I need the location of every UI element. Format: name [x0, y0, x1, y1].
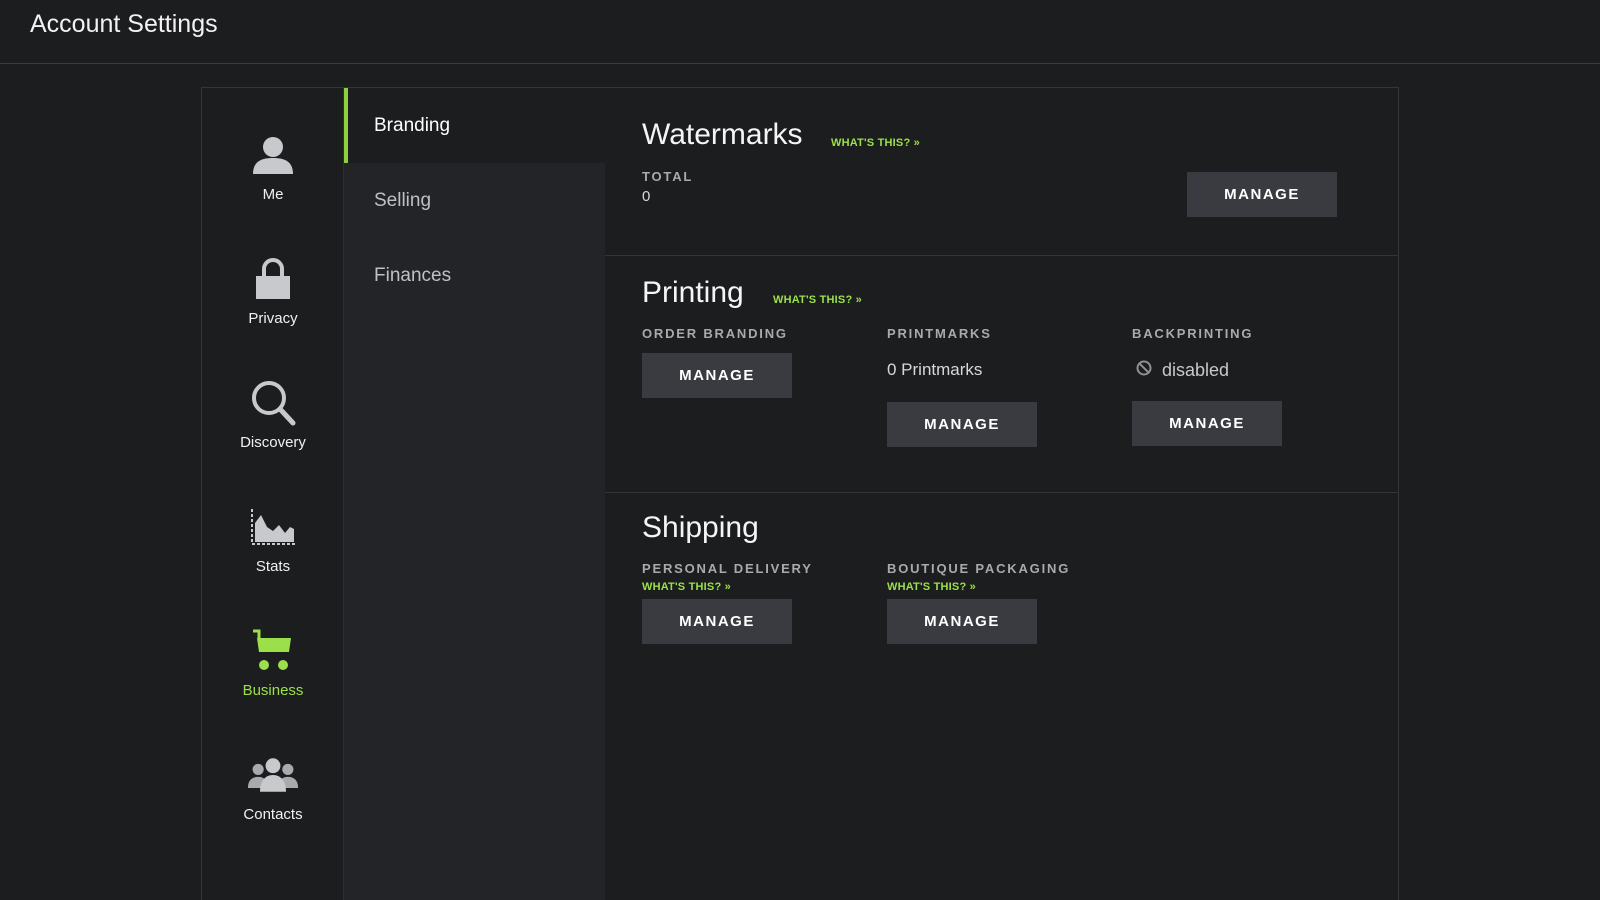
backprinting-label: BACKPRINTING [1132, 326, 1254, 341]
personal-delivery-manage-button[interactable]: MANAGE [642, 599, 792, 644]
watermarks-title: Watermarks [642, 118, 803, 151]
top-bar: Account Settings [0, 0, 1600, 64]
search-icon [247, 380, 299, 426]
subnav: Branding Selling Finances [344, 88, 605, 900]
boutique-packaging-label: BOUTIQUE PACKAGING [887, 561, 1071, 576]
watermarks-total-label: TOTAL [642, 169, 694, 184]
sidebar-item-label: Stats [255, 558, 291, 575]
backprinting-status-text: disabled [1162, 360, 1230, 380]
sidebar-item-stats[interactable]: Stats [202, 504, 344, 614]
watermarks-whats-this-link[interactable]: WHAT'S THIS? » [831, 137, 920, 149]
personal-delivery-label: PERSONAL DELIVERY [642, 561, 813, 576]
lock-icon [247, 256, 299, 302]
printing-whats-this-link[interactable]: WHAT'S THIS? » [773, 294, 862, 306]
sidebar-item-label: Me [262, 186, 284, 203]
backprinting-status: disabled [1136, 360, 1229, 381]
printmarks-manage-button[interactable]: MANAGE [887, 402, 1037, 447]
settings-panel: Me Privacy Discovery Stats Business Cont… [201, 87, 1399, 900]
sidebar-item-label: Contacts [243, 806, 303, 823]
boutique-packaging-manage-button[interactable]: MANAGE [887, 599, 1037, 644]
backprinting-manage-button[interactable]: MANAGE [1132, 401, 1282, 446]
stats-chart-icon [247, 504, 299, 550]
printing-section: Printing WHAT'S THIS? » ORDER BRANDING M… [605, 256, 1399, 493]
sidebar-item-me[interactable]: Me [202, 132, 344, 242]
cart-icon [247, 628, 299, 674]
subnav-item-finances[interactable]: Finances [344, 238, 605, 313]
contacts-icon [247, 752, 299, 798]
main-content: Watermarks WHAT'S THIS? » TOTAL 0 MANAGE… [605, 88, 1399, 900]
watermarks-manage-button[interactable]: MANAGE [1187, 172, 1337, 217]
sidebar-nav: Me Privacy Discovery Stats Business Cont… [202, 88, 344, 900]
order-branding-manage-button[interactable]: MANAGE [642, 353, 792, 398]
printmarks-label: PRINTMARKS [887, 326, 992, 341]
printing-title: Printing [642, 276, 744, 309]
sidebar-item-privacy[interactable]: Privacy [202, 256, 344, 366]
sidebar-item-business[interactable]: Business [202, 628, 344, 738]
sidebar-item-label: Business [242, 682, 304, 699]
subnav-item-selling[interactable]: Selling [344, 163, 605, 238]
sidebar-item-contacts[interactable]: Contacts [202, 752, 344, 862]
order-branding-label: ORDER BRANDING [642, 326, 788, 341]
boutique-packaging-whats-this-link[interactable]: WHAT'S THIS? » [887, 581, 976, 593]
sidebar-item-discovery[interactable]: Discovery [202, 380, 344, 490]
user-icon [247, 132, 299, 178]
subnav-item-branding[interactable]: Branding [344, 88, 605, 163]
disabled-icon [1136, 360, 1152, 381]
shipping-section: Shipping PERSONAL DELIVERY WHAT'S THIS? … [605, 493, 1399, 793]
sidebar-item-label: Discovery [240, 434, 306, 451]
shipping-title: Shipping [642, 511, 759, 544]
personal-delivery-whats-this-link[interactable]: WHAT'S THIS? » [642, 581, 731, 593]
page-title: Account Settings [30, 10, 218, 38]
sidebar-item-label: Privacy [248, 310, 298, 327]
watermarks-total-value: 0 [642, 188, 651, 205]
printmarks-count: 0 Printmarks [887, 360, 983, 379]
watermarks-section: Watermarks WHAT'S THIS? » TOTAL 0 MANAGE [605, 88, 1399, 256]
